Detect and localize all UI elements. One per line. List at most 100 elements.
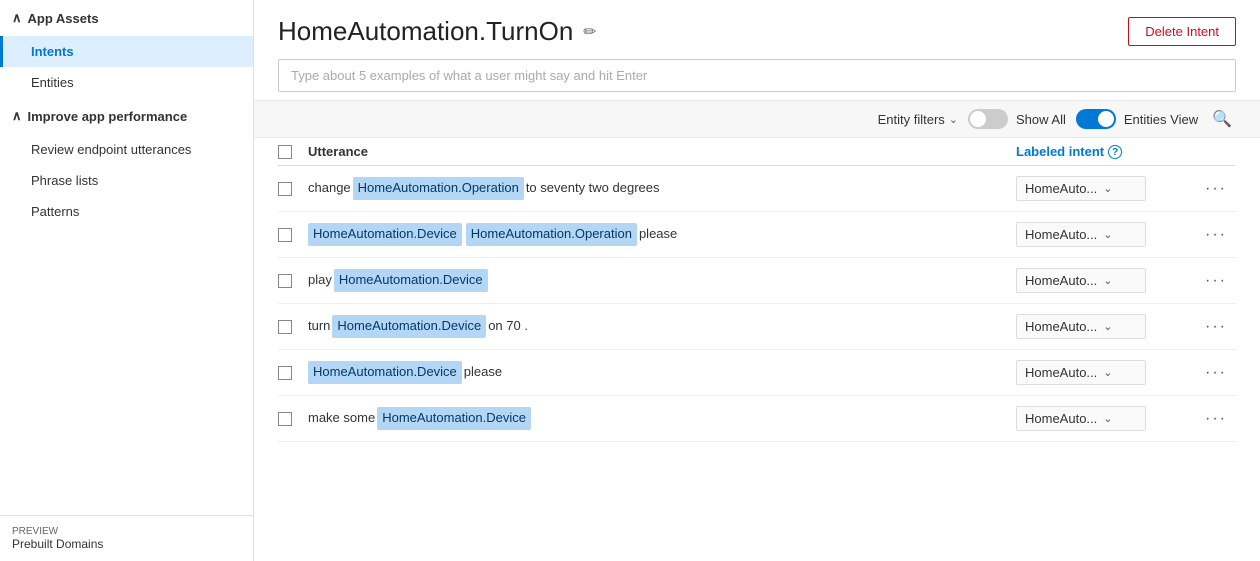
intent-dropdown[interactable]: HomeAuto... ⌄ <box>1016 176 1146 201</box>
utterance-cell: HomeAutomation.Device please <box>308 361 1016 384</box>
sidebar-item-review[interactable]: Review endpoint utterances <box>0 134 253 165</box>
entities-view-toggle[interactable] <box>1076 109 1116 129</box>
actions-cell[interactable]: ··· <box>1196 180 1236 198</box>
row-checkbox-cell[interactable] <box>278 228 308 242</box>
entity-tag[interactable]: HomeAutomation.Device <box>308 361 462 384</box>
intent-title-text: HomeAutomation.TurnOn <box>278 16 573 47</box>
entity-tag[interactable]: HomeAutomation.Device <box>332 315 486 338</box>
entities-view-thumb <box>1098 111 1114 127</box>
row-checkbox[interactable] <box>278 412 292 426</box>
table-row: turn HomeAutomation.Device on 70 . HomeAu… <box>278 304 1236 350</box>
intent-cell: HomeAuto... ⌄ <box>1016 176 1196 201</box>
row-checkbox[interactable] <box>278 228 292 242</box>
show-all-label: Show All <box>1016 112 1066 127</box>
utterances-table: Utterance Labeled intent ? change HomeAu… <box>254 138 1260 561</box>
sidebar-footer[interactable]: PREVIEW Prebuilt Domains <box>0 515 253 561</box>
delete-intent-button[interactable]: Delete Intent <box>1128 17 1236 46</box>
more-actions-icon[interactable]: ··· <box>1205 318 1227 336</box>
utterance-cell: change HomeAutomation.Operation to seven… <box>308 177 1016 200</box>
row-checkbox-cell[interactable] <box>278 182 308 196</box>
utterance-text: please <box>464 362 502 383</box>
intent-dropdown[interactable]: HomeAuto... ⌄ <box>1016 406 1146 431</box>
utterance-text: on 70 . <box>488 316 528 337</box>
utterance-text: make some <box>308 408 375 429</box>
intent-dropdown-chevron-icon: ⌄ <box>1103 182 1112 195</box>
intent-value: HomeAuto... <box>1025 181 1097 196</box>
utterance-placeholder: Type about 5 examples of what a user mig… <box>291 68 647 83</box>
toolbar: Entity filters ⌄ Show All Entities View … <box>254 100 1260 138</box>
entity-filters-label[interactable]: Entity filters ⌄ <box>878 112 958 127</box>
question-icon[interactable]: ? <box>1108 145 1122 159</box>
table-row: change HomeAutomation.Operation to seven… <box>278 166 1236 212</box>
table-body: change HomeAutomation.Operation to seven… <box>278 166 1236 442</box>
row-checkbox[interactable] <box>278 182 292 196</box>
entity-filters-chevron-icon: ⌄ <box>949 113 958 126</box>
intent-cell: HomeAuto... ⌄ <box>1016 360 1196 385</box>
more-actions-icon[interactable]: ··· <box>1205 180 1227 198</box>
table-row: HomeAutomation.Device HomeAutomation.Ope… <box>278 212 1236 258</box>
entities-view-label: Entities View <box>1124 112 1198 127</box>
intent-dropdown-chevron-icon: ⌄ <box>1103 366 1112 379</box>
intent-cell: HomeAuto... ⌄ <box>1016 406 1196 431</box>
more-actions-icon[interactable]: ··· <box>1205 410 1227 428</box>
utterance-cell: make some HomeAutomation.Device <box>308 407 1016 430</box>
sidebar-item-entities[interactable]: Entities <box>0 67 253 98</box>
actions-cell[interactable]: ··· <box>1196 364 1236 382</box>
intent-dropdown[interactable]: HomeAuto... ⌄ <box>1016 360 1146 385</box>
actions-cell[interactable]: ··· <box>1196 272 1236 290</box>
intent-cell: HomeAuto...⌄ <box>1016 222 1196 247</box>
intent-dropdown[interactable]: HomeAuto...⌄ <box>1016 268 1146 293</box>
show-all-toggle[interactable] <box>968 109 1008 129</box>
sidebar-item-intents[interactable]: Intents <box>0 36 253 67</box>
actions-cell[interactable]: ··· <box>1196 318 1236 336</box>
search-button[interactable]: 🔍 <box>1208 107 1236 131</box>
utterance-input[interactable]: Type about 5 examples of what a user mig… <box>278 59 1236 92</box>
page-title: HomeAutomation.TurnOn ✏ <box>278 16 597 47</box>
main-content: HomeAutomation.TurnOn ✏ Delete Intent Ty… <box>254 0 1260 561</box>
sidebar-app-assets-header[interactable]: ∧ App Assets <box>0 0 253 36</box>
intent-dropdown-chevron-icon: ⌄ <box>1103 412 1112 425</box>
utterance-text: turn <box>308 316 330 337</box>
entity-tag[interactable]: HomeAutomation.Device <box>308 223 462 246</box>
intent-dropdown[interactable]: HomeAuto...⌄ <box>1016 222 1146 247</box>
entity-tag[interactable]: HomeAutomation.Device <box>377 407 531 430</box>
row-checkbox-cell[interactable] <box>278 320 308 334</box>
more-actions-icon[interactable]: ··· <box>1205 364 1227 382</box>
utterance-text: please <box>639 224 677 245</box>
actions-cell[interactable]: ··· <box>1196 226 1236 244</box>
chevron-up-icon-2: ∧ <box>12 108 22 124</box>
edit-icon[interactable]: ✏ <box>583 22 596 42</box>
sidebar-item-phrase[interactable]: Phrase lists <box>0 165 253 196</box>
utterance-text: play <box>308 270 332 291</box>
main-header: HomeAutomation.TurnOn ✏ Delete Intent <box>254 0 1260 55</box>
row-checkbox-cell[interactable] <box>278 274 308 288</box>
intent-value: HomeAuto... <box>1025 411 1097 426</box>
entity-tag[interactable]: HomeAutomation.Operation <box>353 177 524 200</box>
entity-tag[interactable]: HomeAutomation.Operation <box>466 223 637 246</box>
more-actions-icon[interactable]: ··· <box>1205 272 1227 290</box>
col-utterance-header: Utterance <box>308 144 1016 159</box>
intent-cell: HomeAuto...⌄ <box>1016 268 1196 293</box>
intent-value: HomeAuto... <box>1025 365 1097 380</box>
sidebar-improve-header[interactable]: ∧ Improve app performance <box>0 98 253 134</box>
intent-value: HomeAuto... <box>1025 227 1097 242</box>
table-row: play HomeAutomation.DeviceHomeAuto...⌄··… <box>278 258 1236 304</box>
utterance-text: change <box>308 178 351 199</box>
row-checkbox[interactable] <box>278 366 292 380</box>
entity-tag[interactable]: HomeAutomation.Device <box>334 269 488 292</box>
intent-dropdown[interactable]: HomeAuto...⌄ <box>1016 314 1146 339</box>
more-actions-icon[interactable]: ··· <box>1205 226 1227 244</box>
show-all-track <box>968 109 1008 129</box>
row-checkbox-cell[interactable] <box>278 366 308 380</box>
actions-cell[interactable]: ··· <box>1196 410 1236 428</box>
select-all-checkbox[interactable] <box>278 145 292 159</box>
row-checkbox-cell[interactable] <box>278 412 308 426</box>
utterance-cell: play HomeAutomation.Device <box>308 269 1016 292</box>
header-checkbox-cell[interactable] <box>278 145 308 159</box>
sidebar-item-patterns[interactable]: Patterns <box>0 196 253 227</box>
utterance-text: to seventy two degrees <box>526 178 660 199</box>
row-checkbox[interactable] <box>278 320 292 334</box>
chevron-up-icon: ∧ <box>12 10 22 26</box>
intent-cell: HomeAuto...⌄ <box>1016 314 1196 339</box>
row-checkbox[interactable] <box>278 274 292 288</box>
